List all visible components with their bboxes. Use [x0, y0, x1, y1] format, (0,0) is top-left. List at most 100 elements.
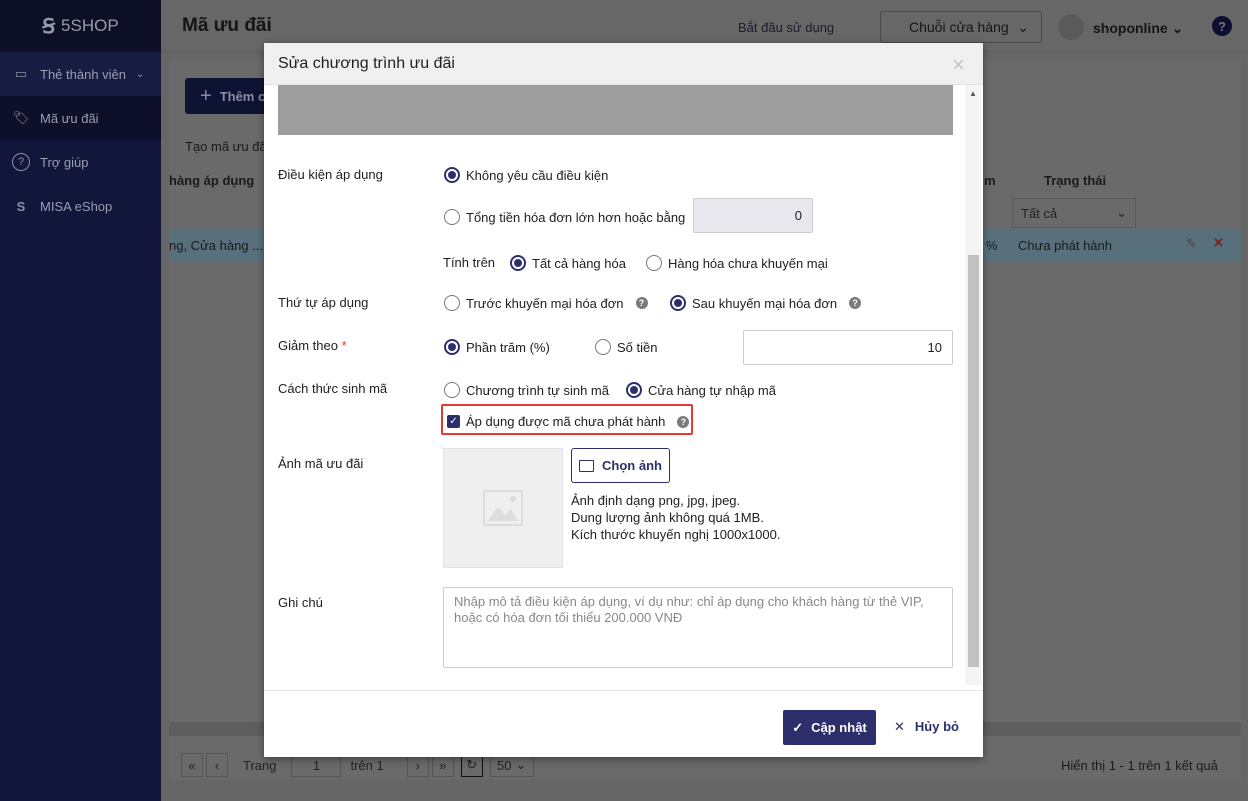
help-icon[interactable]: ? — [635, 297, 648, 309]
discount-label: Giảm theo * — [278, 338, 347, 353]
chevron-down-icon: ⌄ — [136, 68, 145, 80]
chevron-down-icon: ⌄ — [1116, 205, 1127, 220]
radio-icon — [510, 255, 526, 271]
logo[interactable]: Ꞩ 5SHOP — [0, 0, 161, 52]
tag-icon: 🏷︎ — [12, 110, 30, 125]
sidebar-item-promo[interactable]: 🏷︎ Mã ưu đãi — [0, 96, 161, 140]
logo-text: 5SHOP — [61, 16, 119, 35]
banner-image — [278, 85, 953, 135]
option-label: Sau khuyến mại hóa đơn — [692, 295, 838, 311]
image-placeholder-icon — [483, 490, 523, 526]
order-before-radio[interactable]: Trước khuyến mại hóa đơn? — [444, 295, 648, 311]
discount-percent-radio[interactable]: Phần trăm (%) — [444, 339, 550, 355]
note-textarea[interactable]: Nhập mô tả điều kiện áp dụng, ví dụ như:… — [443, 587, 953, 668]
discount-amount-radio[interactable]: Số tiền — [595, 339, 657, 355]
choose-image-button[interactable]: Chọn ảnh — [571, 448, 670, 483]
edit-promo-dialog: Sửa chương trình ưu đãi × Điều kiện áp d… — [264, 43, 983, 757]
column-header: m — [984, 173, 996, 188]
add-label: Thêm c — [219, 88, 266, 104]
order-after-radio[interactable]: Sau khuyến mại hóa đơn? — [670, 295, 862, 311]
prev-page-button[interactable]: ‹ — [206, 753, 228, 777]
condition-total-radio[interactable]: Tổng tiền hóa đơn lớn hơn hoặc bằng — [444, 209, 685, 225]
help-icon[interactable]: ? — [677, 415, 690, 428]
checkbox-checked-icon: ✓ — [447, 415, 460, 428]
sidebar: Ꞩ 5SHOP ▭ Thẻ thành viên ⌄ 🏷︎ Mã ưu đãi ? Trợ… — [0, 0, 161, 801]
calc-label: Tính trên — [443, 255, 496, 270]
plus-icon: + — [200, 84, 212, 107]
card-icon: ▭ — [14, 66, 28, 81]
gen-label: Cách thức sinh mã — [278, 381, 388, 396]
image-preview — [443, 448, 563, 568]
sidebar-item-help[interactable]: ? Trợ giúp — [0, 140, 161, 184]
cancel-label: Hủy bỏ — [914, 719, 959, 734]
condition-none-radio[interactable]: Không yêu cầu điều kiện — [444, 167, 608, 183]
gen-auto-radio[interactable]: Chương trình tự sinh mã — [444, 382, 609, 398]
first-page-button[interactable]: « — [181, 753, 203, 777]
row-pct: % — [986, 238, 998, 253]
chain-label: Chuỗi cửa hàng — [909, 19, 1009, 35]
radio-icon — [595, 339, 611, 355]
chevron-down-icon: ⌄ — [1171, 20, 1184, 36]
dialog-title: Sửa chương trình ưu đãi — [278, 55, 455, 72]
condition-label: Điều kiện áp dụng — [278, 167, 383, 182]
calc-all-radio[interactable]: Tất cả hàng hóa — [510, 255, 626, 271]
save-button[interactable]: ✓ Cập nhật — [783, 710, 876, 745]
sidebar-item-label: Mã ưu đãi — [40, 110, 99, 126]
option-label: Hàng hóa chưa khuyến mại — [668, 255, 828, 271]
note-label: Ghi chú — [278, 595, 323, 610]
help-icon[interactable]: ? — [849, 297, 862, 309]
page-title: Mã ưu đãi — [182, 15, 272, 36]
option-label: Áp dụng được mã chưa phát hành — [466, 414, 666, 429]
close-icon[interactable]: × — [952, 52, 965, 78]
help-circle-icon: ? — [12, 153, 30, 171]
radio-icon — [444, 295, 460, 311]
radio-icon — [626, 382, 642, 398]
radio-icon — [444, 209, 460, 225]
option-label: Chương trình tự sinh mã — [466, 382, 609, 398]
discount-value-input[interactable]: 10 — [743, 330, 953, 365]
chain-select[interactable]: Chuỗi cửa hàng ⌄ — [880, 11, 1042, 43]
option-label: Phần trăm (%) — [466, 339, 550, 355]
save-label: Cập nhật — [811, 720, 867, 735]
close-icon: ✕ — [894, 719, 905, 734]
option-label: Số tiền — [617, 339, 658, 355]
dialog-footer: ✓ Cập nhật ✕ Hủy bỏ — [264, 690, 983, 757]
gen-manual-radio[interactable]: Cửa hàng tự nhập mã — [626, 382, 776, 398]
radio-icon — [444, 382, 460, 398]
row-store: ng, Cửa hàng ... — [169, 238, 263, 253]
scroll-thumb[interactable] — [968, 255, 979, 667]
avatar[interactable] — [1058, 14, 1084, 40]
radio-icon — [444, 339, 460, 355]
calc-unpromoted-radio[interactable]: Hàng hóa chưa khuyến mại — [646, 255, 828, 271]
discount-label-text: Giảm theo — [278, 338, 338, 353]
cancel-button[interactable]: ✕ Hủy bỏ — [894, 719, 959, 735]
choose-image-label: Chọn ảnh — [602, 458, 662, 473]
page-label: Trang — [243, 757, 277, 773]
edit-icon[interactable]: ✎ — [1186, 236, 1197, 252]
sidebar-item-eshop[interactable]: S MISA eShop — [0, 184, 161, 228]
eshop-icon: S — [16, 198, 26, 214]
dialog-header: Sửa chương trình ưu đãi × — [264, 43, 983, 85]
page-total: trên 1 — [350, 757, 384, 773]
image-hints: Ảnh định dạng png, jpg, jpeg. Dung lượng… — [571, 492, 780, 543]
radio-icon — [444, 167, 460, 183]
radio-icon — [670, 295, 686, 311]
dialog-scrollbar[interactable]: ▲ — [965, 85, 981, 685]
sidebar-item-members[interactable]: ▭ Thẻ thành viên ⌄ — [0, 52, 161, 96]
scroll-up-icon[interactable]: ▲ — [969, 89, 977, 98]
page-size-value: 50 — [497, 757, 512, 773]
logo-icon: Ꞩ — [42, 15, 56, 38]
help-icon[interactable]: ? — [1212, 16, 1232, 36]
sidebar-item-label: Thẻ thành viên — [40, 66, 127, 82]
start-link[interactable]: Bắt đầu sử dụng — [738, 20, 834, 35]
pagination-summary: Hiển thị 1 - 1 trên 1 kết quả — [1061, 758, 1218, 773]
unreleased-code-checkbox[interactable]: ✓ Áp dụng được mã chưa phát hành? — [447, 414, 690, 429]
delete-icon[interactable]: ✕ — [1213, 235, 1224, 251]
min-total-input[interactable]: 0 — [693, 198, 813, 233]
user-menu[interactable]: shoponline ⌄ — [1093, 20, 1183, 37]
status-filter[interactable]: Tất cả ⌄ — [1012, 198, 1136, 228]
row-status: Chưa phát hành — [1018, 238, 1112, 253]
tab-create[interactable]: Tạo mã ưu đãi — [185, 139, 270, 154]
required-mark: * — [341, 338, 347, 353]
image-label: Ảnh mã ưu đãi — [278, 456, 364, 471]
